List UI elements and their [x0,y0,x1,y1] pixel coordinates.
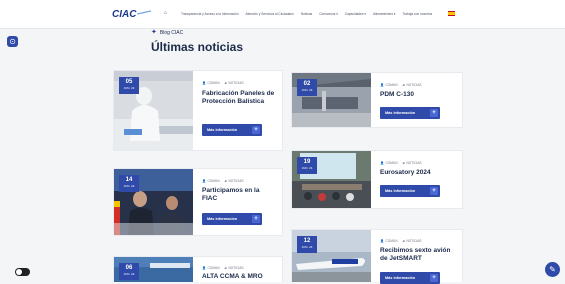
date-month: JUN. 24 [301,166,313,170]
user-icon: 👤 [380,161,384,165]
site-header: CIAC ⌂ Transparencia y Acceso a la Infor… [0,0,565,29]
post-meta: 👤 COMUN ▰ NOTICIAS [380,83,422,87]
date-day: 12 [303,238,311,244]
folder-icon: ▰ [402,161,405,165]
more-info-label: Más información [385,189,416,193]
chat-icon[interactable]: ✎ [545,262,560,277]
date-badge: 05 JUN. 24 [119,77,139,94]
date-month: JUN. 24 [123,184,135,188]
date-day: 05 [125,79,133,85]
section-title: Últimas noticias [151,40,244,54]
more-info-button[interactable]: Más información + [380,185,440,197]
news-card: 05 JUN. 24 👤 COMUN ▰ NOTICIAS Fabricación … [113,70,283,151]
nav-item-atencion[interactable]: Atención y Servicios al Ciudadano [245,12,293,16]
nav-item-noticias[interactable]: Noticias [301,12,312,16]
blog-tag: ✦ Blog CIAC [151,29,183,36]
post-category[interactable]: NOTICIAS [406,239,421,243]
post-author[interactable]: COMUN [207,81,219,85]
news-card: 02 JUN. 24 👤 COMUN ▰ NOTICIAS PDM C-130 Má… [291,72,463,128]
post-meta: 👤 COMUN ▰ NOTICIAS [380,239,422,243]
plus-icon: + [430,109,438,117]
news-card: 06 JUN. 24 👤 COMUN ▰ NOTICIAS ALTA CCMA & … [113,256,283,282]
folder-icon: ▰ [224,266,227,270]
post-meta: 👤 COMUN ▰ NOTICIAS [202,179,244,183]
post-category[interactable]: NOTICIAS [406,161,421,165]
nav-item-trabaja[interactable]: Trabaja con nosotros [402,12,432,16]
news-title[interactable]: PDM C-130 [380,91,458,99]
news-title[interactable]: Participamos en la FIAC [202,187,274,203]
post-author[interactable]: COMUN [385,83,397,87]
news-title[interactable]: Eurosatory 2024 [380,169,458,177]
news-title[interactable]: Recibimos sexto avión de JetSMART [380,247,455,263]
sparkle-icon: ✦ [151,29,157,36]
date-badge: 06 JUN. 24 [119,263,139,280]
nav-item-transparencia[interactable]: Transparencia y Acceso a la Información [181,12,238,16]
date-day: 02 [303,81,311,87]
nav-item-alineamientos[interactable]: Alineamientos ▾ [373,12,396,16]
plus-icon: + [430,187,438,195]
more-info-label: Más información [385,276,416,280]
more-info-label: Más información [207,128,238,132]
plus-icon: + [252,215,260,223]
news-card: 14 JUN. 24 👤 COMUN ▰ NOTICIAS Participamos… [113,168,283,236]
accessibility-icon[interactable]: ⊙ [7,36,18,47]
folder-icon: ▰ [402,239,405,243]
ciac-logo[interactable]: CIAC [112,8,152,19]
folder-icon: ▰ [402,83,405,87]
date-badge: 12 JUN. 24 [297,236,317,253]
plus-icon: + [252,126,260,134]
more-info-label: Más información [385,111,416,115]
date-day: 14 [125,177,133,183]
date-badge: 14 JUN. 24 [119,175,139,192]
nav-item-conocenos[interactable]: Conócenos ▾ [319,12,338,16]
folder-icon: ▰ [224,179,227,183]
more-info-button[interactable]: Más información + [380,272,440,284]
date-badge: 19 JUN. 24 [297,157,317,174]
date-day: 06 [125,265,133,271]
post-author[interactable]: COMUN [207,179,219,183]
folder-icon: ▰ [224,81,227,85]
post-meta: 👤 COMUN ▰ NOTICIAS [202,266,244,270]
post-meta: 👤 COMUN ▰ NOTICIAS [380,161,422,165]
post-author[interactable]: COMUN [385,239,397,243]
date-month: JUN. 24 [301,245,313,249]
svg-text:CIAC: CIAC [112,9,137,19]
user-icon: 👤 [380,239,384,243]
date-month: JUN. 24 [301,88,313,92]
more-info-button[interactable]: Más información + [380,107,440,119]
more-info-button[interactable]: Más información + [202,213,262,225]
more-info-label: Más información [207,217,238,221]
news-card: 19 JUN. 24 👤 COMUN ▰ NOTICIAS Eurosatory 2… [291,150,463,209]
spain-flag-icon[interactable] [448,11,455,16]
post-category[interactable]: NOTICIAS [406,83,421,87]
blog-tag-label: Blog CIAC [159,29,184,36]
more-info-button[interactable]: Más información + [202,124,262,136]
user-icon: 👤 [202,81,206,85]
post-author[interactable]: COMUN [385,161,397,165]
nav-item-capacidades[interactable]: Capacidades ▾ [345,12,366,16]
news-title[interactable]: Fabricación Paneles de Protección Balíst… [202,90,277,106]
news-card: 12 JUN. 24 👤 COMUN ▰ NOTICIAS Recibimos se… [291,229,463,284]
post-category[interactable]: NOTICIAS [228,179,243,183]
user-icon: 👤 [380,83,384,87]
post-meta: 👤 COMUN ▰ NOTICIAS [202,81,244,85]
date-month: JUN. 24 [123,272,135,276]
date-day: 19 [303,159,311,165]
user-icon: 👤 [202,179,206,183]
main-nav: Transparencia y Acceso a la Información … [181,12,432,16]
contrast-toggle[interactable] [15,268,30,276]
date-badge: 02 JUN. 24 [297,79,317,96]
post-category[interactable]: NOTICIAS [228,266,243,270]
news-title[interactable]: ALTA CCMA & MRO [202,273,277,281]
user-icon: 👤 [202,266,206,270]
post-category[interactable]: NOTICIAS [228,81,243,85]
post-author[interactable]: COMUN [207,266,219,270]
date-month: JUN. 24 [123,86,135,90]
home-icon[interactable]: ⌂ [164,10,167,16]
